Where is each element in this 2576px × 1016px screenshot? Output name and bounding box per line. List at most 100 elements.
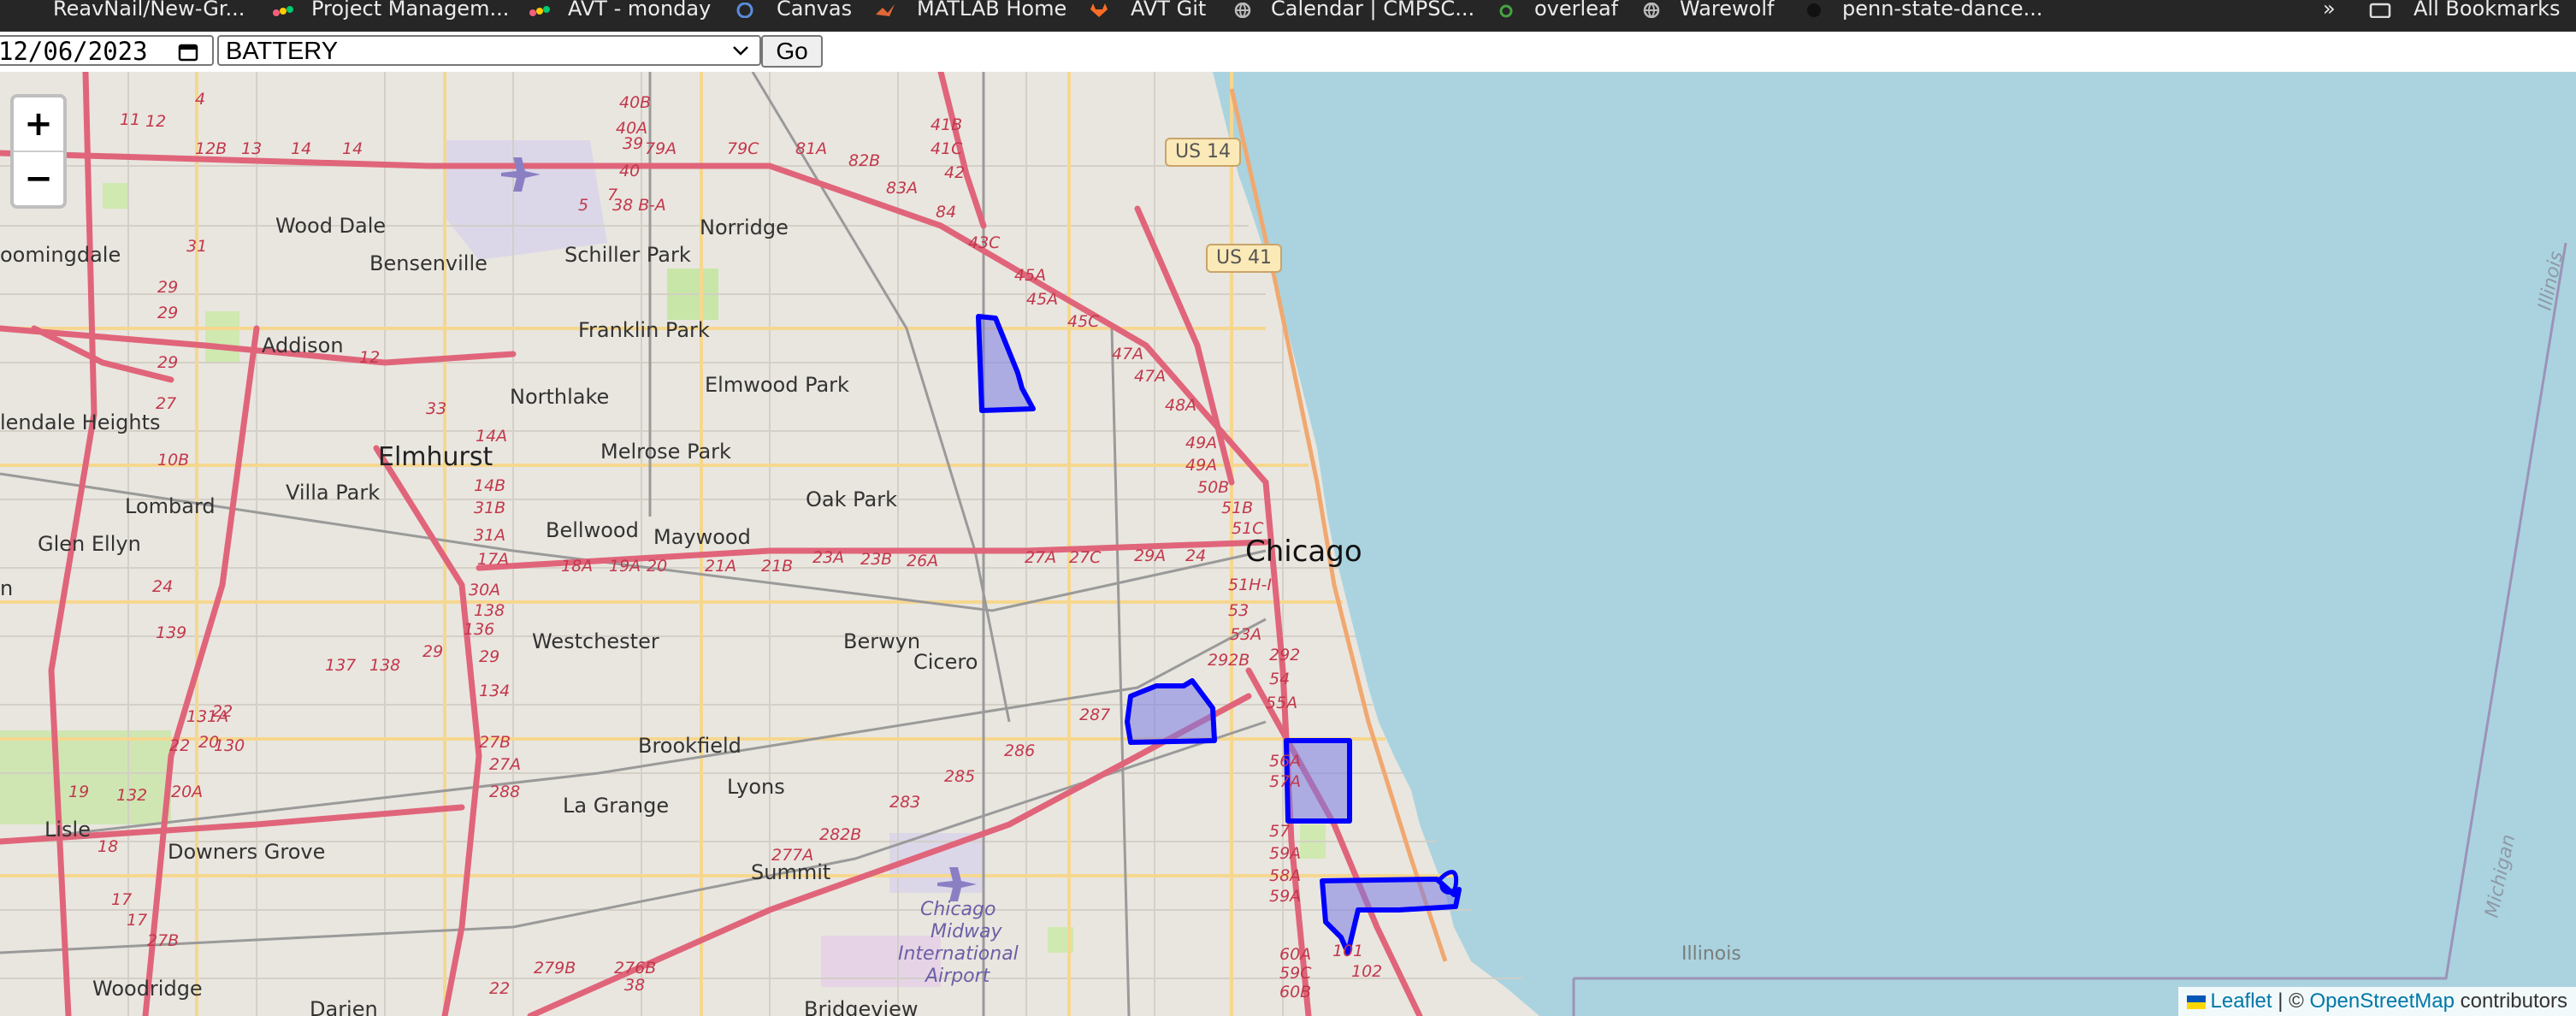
exit-number-label: 14 [342,139,363,158]
place-label: Maywood [653,525,751,549]
exit-number-label: 38 B-A [612,196,666,215]
exit-number-label: 39 [623,134,643,153]
exit-number-label: 31B [474,499,505,517]
exit-number-label: 292 [1269,646,1300,665]
exit-number-label: 54 [1269,670,1290,688]
chevron-down-icon [733,46,748,56]
date-value: 12/06/2023 [0,37,148,66]
bookmark-project-management[interactable]: Project Managem... [272,0,520,25]
exit-number-label: 288 [489,783,520,801]
bookmarks-bar: ReavNail/New-Gr... Project Managem... AV… [0,0,2576,32]
bookmark-calendar[interactable]: Calendar | CMPSC... [1232,0,1480,25]
exit-number-label: 59A [1269,887,1301,906]
bookmark-label: Project Managem... [311,0,510,21]
place-label: Norridge [700,216,789,239]
exit-number-label: 58A [1269,866,1301,885]
exit-number-label: 57A [1269,772,1301,791]
monday-icon [529,6,550,16]
exit-number-label: 134 [479,682,510,700]
exit-number-label: 138 [474,601,505,620]
exit-number-label: 51C [1232,519,1264,538]
exit-number-label: 26A [907,552,938,570]
exit-number-label: 30A [469,581,500,600]
all-bookmarks-button[interactable]: All Bookmarks [2369,0,2576,25]
bookmark-avt-monday[interactable]: AVT - monday [529,0,717,25]
exit-number-label: 18 [97,837,118,856]
bookmarks-overflow-button[interactable]: » [2323,0,2343,25]
exit-number-label: 41B [931,115,962,134]
exit-number-label: 7 [607,186,617,204]
exit-number-label: 81A [795,139,827,158]
exit-number-label: 40B [619,93,651,112]
exit-number-label: 51B [1221,499,1253,517]
exit-number-label: 27A [489,755,521,774]
exit-number-label: 279B [534,959,576,978]
exit-number-label: 31 [186,237,207,256]
state-label: Illinois [1681,943,1741,965]
leaflet-link[interactable]: Leaflet [2211,989,2272,1013]
us-14-shield: US 14 [1165,138,1242,167]
bookmark-label: Calendar | CMPSC... [1271,0,1475,21]
map[interactable]: le Wood Dale oomingdale Bensenville Schi… [0,72,2576,1016]
exit-number-label: 49A [1185,434,1217,452]
exit-number-label: 45C [1067,312,1100,331]
exit-number-label: 79A [645,139,676,158]
exit-number-label: 10B [157,451,189,470]
exit-number-label: 283 [889,793,920,812]
place-label: oomingdale [0,243,121,267]
attribution-separator: | © [2272,989,2310,1013]
exit-number-label: 13 [241,139,262,158]
exit-number-label: 14A [476,427,507,446]
place-label: Brookfield [638,734,741,758]
openstreetmap-link[interactable]: OpenStreetMap [2310,989,2455,1013]
bookmark-reavnail[interactable]: ReavNail/New-Gr... [34,0,257,25]
exit-number-label: 41C [931,139,963,158]
exit-number-label: 292B [1208,651,1250,670]
bookmark-avt-git[interactable]: AVT Git [1088,0,1225,25]
exit-number-label: 29 [479,647,499,666]
exit-number-label: 47A [1134,367,1166,386]
place-label: La Grange [563,794,669,818]
bookmark-label: AVT Git [1131,0,1207,21]
exit-number-label: 48A [1165,396,1196,415]
place-label: Chicago [1245,535,1362,569]
date-input[interactable]: 12/06/2023 [0,35,214,66]
us-41-shield: US 41 [1206,244,1283,273]
bookmark-penn-state-dance[interactable]: penn-state-dance... [1803,0,2059,25]
exit-number-label: 53A [1230,625,1261,644]
calendar-icon[interactable] [178,43,198,62]
place-label: Lisle [44,818,91,842]
exit-number-label: 4 [195,90,205,109]
github-icon [1807,3,1821,17]
exit-number-label: 29A [1134,546,1166,565]
place-label: Woodridge [92,977,203,1001]
place-label: Oak Park [806,487,897,511]
exit-number-label: 136 [464,620,494,639]
zoom-out-button[interactable]: − [14,152,63,205]
place-label: Northlake [510,385,609,409]
exit-number-label: 40 [619,162,640,180]
airport-label: Chicago [920,899,996,920]
place-label: Darien [310,997,378,1016]
exit-number-label: 27B [479,733,511,752]
exit-number-label: 27A [1025,548,1056,567]
place-label: Bridgeview [804,997,919,1016]
zoom-in-button[interactable]: + [14,97,63,152]
place-label: Melrose Park [600,440,731,464]
go-button[interactable]: Go [761,35,823,68]
bookmark-warewolf[interactable]: Warewolf [1640,0,1794,25]
bookmark-matlab-home[interactable]: MATLAB Home [874,0,1071,25]
overflow-chevron-icon: » [2323,0,2336,21]
place-label: Westchester [532,629,659,653]
zoom-control: + − [10,94,67,209]
bookmark-label: MATLAB Home [917,0,1067,21]
bookmark-overleaf[interactable]: overleaf [1495,0,1632,25]
place-label: Berwyn [843,629,920,653]
bookmark-label: Warewolf [1680,0,1775,21]
site-select[interactable]: BATTERY [217,35,761,66]
exit-number-label: 45A [1026,290,1058,309]
exit-number-label: 20 [647,557,667,576]
exit-number-label: 12B [195,139,227,158]
exit-number-label: 277A [771,846,813,865]
bookmark-canvas[interactable]: Canvas [734,0,862,25]
